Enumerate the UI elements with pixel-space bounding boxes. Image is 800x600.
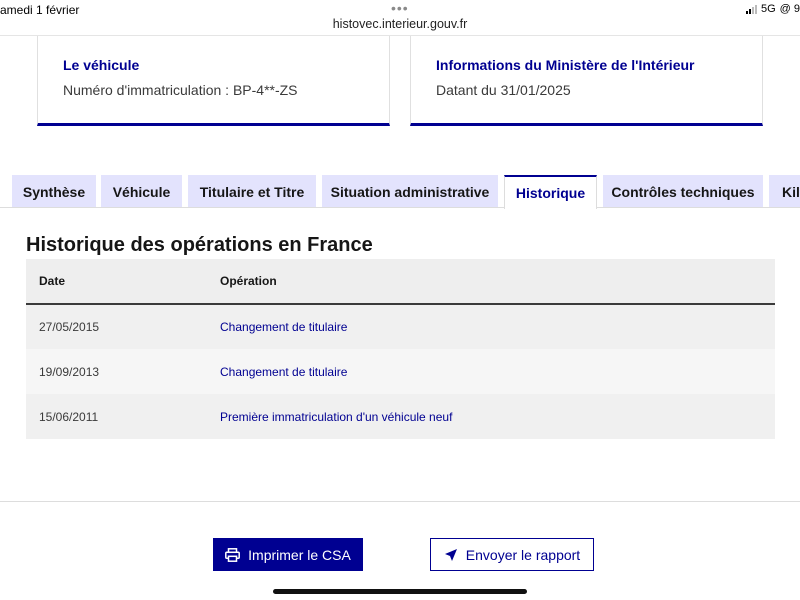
tab-kilometrage[interactable]: Kilo bbox=[769, 175, 800, 208]
send-icon bbox=[444, 548, 458, 562]
status-right-glyphs: @ 9 bbox=[779, 3, 800, 15]
more-dots-icon[interactable]: ••• bbox=[391, 0, 409, 16]
row-operation: Changement de titulaire bbox=[220, 304, 775, 349]
column-header-date: Date bbox=[26, 259, 220, 305]
table-header-row: Date Opération bbox=[26, 259, 775, 305]
print-csa-button[interactable]: Imprimer le CSA bbox=[213, 538, 363, 571]
send-report-button[interactable]: Envoyer le rapport bbox=[430, 538, 594, 571]
history-title: Historique des opérations en France bbox=[26, 234, 373, 256]
row-date: 19/09/2013 bbox=[26, 349, 220, 394]
tab-bar: Synthèse Véhicule Titulaire et Titre Sit… bbox=[0, 175, 800, 209]
ministry-card: Informations du Ministère de l'Intérieur… bbox=[410, 36, 763, 126]
tab-situation-administrative[interactable]: Situation administrative bbox=[322, 175, 498, 208]
ministry-date: Datant du 31/01/2025 bbox=[436, 82, 571, 98]
status-indicators: 5G @ 9 bbox=[745, 3, 800, 15]
vehicle-card-title: Le véhicule bbox=[63, 57, 140, 73]
table-row: 15/06/2011 Première immatriculation d'un… bbox=[26, 394, 775, 439]
vehicle-card: Le véhicule Numéro d'immatriculation : B… bbox=[37, 36, 390, 126]
tab-vehicule[interactable]: Véhicule bbox=[101, 175, 182, 208]
home-indicator[interactable] bbox=[273, 589, 527, 594]
table-row: 19/09/2013 Changement de titulaire bbox=[26, 349, 775, 394]
signal-icon bbox=[745, 4, 757, 14]
row-operation: Changement de titulaire bbox=[220, 349, 775, 394]
row-date: 15/06/2011 bbox=[26, 394, 220, 439]
history-table: Date Opération 27/05/2015 Changement de … bbox=[26, 259, 775, 439]
tab-controles-techniques[interactable]: Contrôles techniques bbox=[603, 175, 763, 208]
registration-number: Numéro d'immatriculation : BP-4**-ZS bbox=[63, 82, 298, 98]
column-header-operation: Opération bbox=[220, 259, 775, 305]
row-operation: Première immatriculation d'un véhicule n… bbox=[220, 394, 775, 439]
table-row: 27/05/2015 Changement de titulaire bbox=[26, 304, 775, 349]
ministry-card-title: Informations du Ministère de l'Intérieur bbox=[436, 57, 695, 73]
send-report-label: Envoyer le rapport bbox=[465, 546, 581, 563]
browser-status-bar: amedi 1 février ••• histovec.interieur.g… bbox=[0, 0, 800, 36]
network-type: 5G bbox=[760, 3, 776, 15]
print-csa-label: Imprimer le CSA bbox=[248, 546, 351, 563]
address-bar-url[interactable]: histovec.interieur.gouv.fr bbox=[0, 17, 800, 31]
tab-historique[interactable]: Historique bbox=[504, 175, 597, 209]
status-date: amedi 1 février bbox=[0, 3, 80, 17]
row-date: 27/05/2015 bbox=[26, 304, 220, 349]
tab-titulaire-et-titre[interactable]: Titulaire et Titre bbox=[188, 175, 316, 208]
tab-synthese[interactable]: Synthèse bbox=[12, 175, 96, 208]
printer-icon bbox=[225, 547, 241, 562]
